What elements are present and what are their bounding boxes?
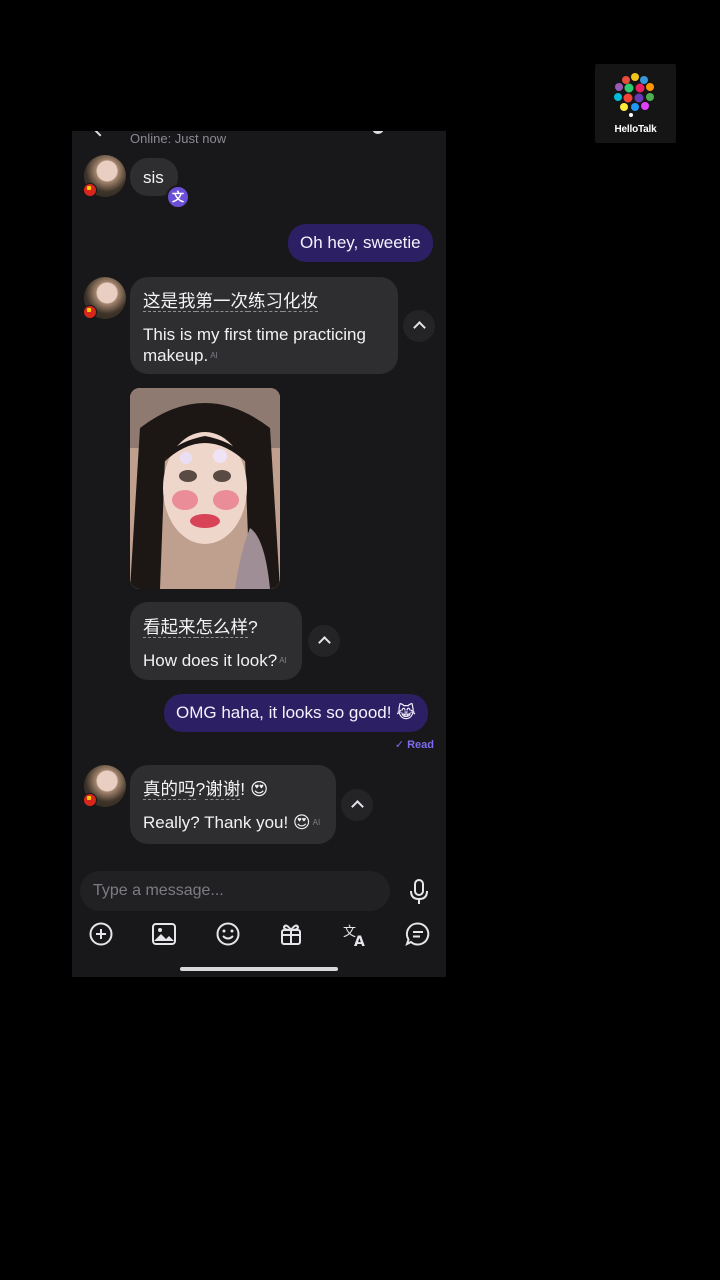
chat-header: Online: Just now [72, 131, 446, 147]
translation-text: This is my first time practicing makeup.… [143, 324, 385, 366]
translation-content: Really? Thank you! 😍 [143, 813, 311, 832]
ai-label: AI [279, 656, 287, 665]
read-receipt: ✓ Read [394, 739, 434, 751]
gift-icon[interactable] [276, 919, 306, 949]
translation-content: This is my first time practicing makeup. [143, 325, 366, 365]
collapse-translation-button[interactable] [403, 310, 435, 342]
chat-screen: Online: Just now sis 文 Oh hey, sweetie 这… [72, 131, 446, 977]
online-status: Online: Just now [130, 131, 227, 146]
svg-text:A: A [354, 934, 365, 949]
incoming-message-bubble[interactable]: 这是我第一次练习化妆 This is my first time practic… [130, 277, 398, 374]
smiley-icon[interactable] [213, 919, 243, 949]
original-text: 看起来怎么样? [143, 614, 289, 639]
translation-content: How does it look? [143, 651, 278, 670]
avatar[interactable] [83, 277, 126, 319]
word[interactable]: 练习 [248, 291, 283, 312]
punctuation: ? [248, 617, 258, 637]
original-text: 这是我第一次练习化妆 [143, 288, 385, 313]
word[interactable]: 化妆 [283, 291, 318, 312]
word[interactable]: 看起来 [143, 617, 196, 638]
plus-circle-icon[interactable] [86, 919, 116, 949]
hellotalk-logo-icon [614, 73, 654, 117]
read-receipt-label: Read [407, 739, 434, 751]
punctuation: ! 😍 [240, 779, 269, 799]
china-flag-icon [83, 793, 97, 807]
outgoing-message-bubble[interactable]: OMG haha, it looks so good! 😹 [164, 694, 429, 732]
back-icon[interactable] [91, 131, 109, 137]
header-more-icon[interactable] [372, 131, 384, 134]
word[interactable]: 这是我 [143, 291, 196, 312]
translation-text: Really? Thank you! 😍 AI [143, 812, 323, 833]
selfie-photo-image [130, 388, 280, 589]
collapse-translation-button[interactable] [341, 789, 373, 821]
outgoing-message-bubble[interactable]: Oh hey, sweetie [288, 224, 433, 262]
china-flag-icon [83, 183, 97, 197]
punctuation: ? [195, 779, 206, 799]
photo-message[interactable] [130, 388, 280, 589]
word[interactable]: 怎么样 [195, 617, 248, 638]
incoming-message-bubble[interactable]: 看起来怎么样? How does it look? AI [130, 602, 302, 680]
word[interactable]: 第一次 [195, 291, 248, 312]
chat-bubble-icon[interactable] [403, 919, 433, 949]
translate-icon[interactable]: 文 A [340, 919, 370, 949]
avatar[interactable] [83, 155, 126, 197]
translation-text: How does it look? AI [143, 650, 289, 671]
word[interactable]: 真的吗 [143, 779, 196, 800]
collapse-translation-button[interactable] [308, 625, 340, 657]
avatar[interactable] [83, 765, 126, 807]
microphone-icon[interactable] [408, 879, 430, 905]
translate-badge-icon[interactable]: 文 [166, 185, 190, 209]
china-flag-icon [83, 305, 97, 319]
original-text: 真的吗?谢谢! 😍 [143, 776, 323, 801]
image-icon[interactable] [149, 919, 179, 949]
home-indicator[interactable] [180, 967, 338, 971]
incoming-message-bubble[interactable]: 真的吗?谢谢! 😍 Really? Thank you! 😍 AI [130, 765, 336, 844]
ai-label: AI [210, 351, 218, 360]
message-text: sis [143, 168, 164, 187]
chat-toolbar: 文 A [72, 919, 446, 951]
word[interactable]: 谢谢 [205, 779, 241, 800]
hellotalk-logo: HelloTalk [595, 64, 676, 143]
message-text: Oh hey, sweetie [300, 233, 421, 252]
ai-label: AI [312, 818, 321, 827]
message-text: OMG haha, it looks so good! 😹 [176, 703, 417, 722]
brand-name: HelloTalk [614, 124, 657, 135]
message-input[interactable]: Type a message... [80, 871, 390, 911]
